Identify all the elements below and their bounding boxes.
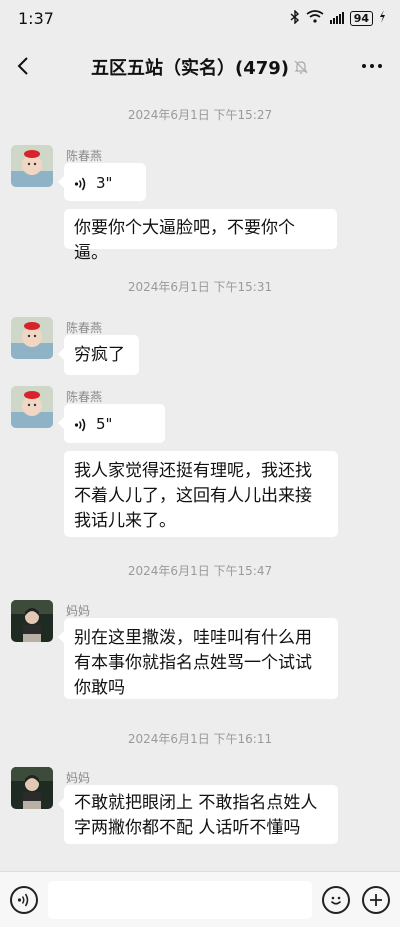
message-text: 你要你个大逼脸吧，不要你个逼。 <box>74 218 295 263</box>
input-bar <box>0 871 400 927</box>
voice-wave-icon <box>74 418 86 431</box>
avatar[interactable] <box>11 386 53 428</box>
battery-indicator: 94 <box>349 10 373 26</box>
sender-name: 陈春燕 <box>66 321 103 335</box>
avatar[interactable] <box>11 317 53 359</box>
message-bubble[interactable]: 你要你个大逼脸吧，不要你个逼。 <box>64 209 337 263</box>
message-bubble[interactable]: 穷疯了 <box>58 335 139 375</box>
timestamp: 2024年6月1日 下午15:47 <box>127 564 273 578</box>
sender-name: 妈妈 <box>66 771 91 785</box>
charging-icon <box>379 10 386 26</box>
message-bubble[interactable]: 我人家觉得还挺有理呢，我还找不着人儿了，这回有人儿出来接我话儿来了。 <box>64 451 338 537</box>
plus-button[interactable] <box>362 886 390 914</box>
voice-duration: 3" <box>96 174 113 192</box>
back-button[interactable] <box>12 54 36 78</box>
voice-duration: 5" <box>96 415 113 433</box>
message-bubble[interactable]: 别在这里撒泼，哇哇叫有什么用有本事你就指名点姓骂一个试试你敢吗 <box>58 618 338 699</box>
voice-message-bubble[interactable]: 3" <box>58 163 146 201</box>
message-bubble[interactable]: 不敢就把眼闭上 不敢指名点姓人字两撇你都不配 人话听不懂吗 <box>58 785 338 844</box>
mute-bell-icon <box>294 60 308 74</box>
avatar[interactable] <box>11 600 53 642</box>
message-text: 穷疯了 <box>74 345 125 365</box>
plus-icon[interactable] <box>368 892 384 908</box>
message-text: 别在这里撒泼，哇哇叫有什么用有本事你就指名点姓骂一个试试你敢吗 <box>74 628 312 698</box>
more-icon[interactable] <box>358 54 386 78</box>
chat-title: 五区五站（实名）(479) <box>90 58 290 79</box>
sender-name: 妈妈 <box>66 604 91 618</box>
sender-name: 陈春燕 <box>66 149 103 163</box>
emoji-button[interactable] <box>322 886 350 914</box>
emoji-icon[interactable] <box>327 891 345 909</box>
voice-message-bubble[interactable]: 5" <box>58 404 165 443</box>
wifi-icon <box>306 10 324 26</box>
more-button[interactable] <box>358 54 386 78</box>
message-text: 不敢就把眼闭上 不敢指名点姓人字两撇你都不配 人话听不懂吗 <box>74 793 318 838</box>
chat-header: 五区五站（实名）(479) <box>0 36 400 98</box>
avatar[interactable] <box>11 767 53 809</box>
voice-toggle-button[interactable] <box>10 886 38 914</box>
message-input[interactable] <box>48 881 312 919</box>
signal-icon <box>329 12 344 24</box>
voice-message: 5" <box>74 412 155 437</box>
timestamp: 2024年6月1日 下午15:27 <box>127 108 273 122</box>
bluetooth-icon <box>290 8 300 27</box>
title-group: 五区五站（实名）(479) <box>91 54 309 80</box>
sender-name: 陈春燕 <box>66 390 103 404</box>
timestamp: 2024年6月1日 下午16:11 <box>127 732 273 746</box>
status-bar: 1:37 94 <box>0 0 400 36</box>
status-icons: 94 <box>290 8 386 27</box>
back-icon[interactable] <box>12 54 36 78</box>
message-text: 我人家觉得还挺有理呢，我还找不着人儿了，这回有人儿出来接我话儿来了。 <box>74 461 312 531</box>
timestamp: 2024年6月1日 下午15:31 <box>127 280 273 294</box>
status-time: 1:37 <box>18 8 54 28</box>
avatar[interactable] <box>11 145 53 187</box>
voice-toggle-icon[interactable] <box>17 892 31 908</box>
voice-wave-icon <box>74 177 86 190</box>
voice-message: 3" <box>74 171 136 196</box>
